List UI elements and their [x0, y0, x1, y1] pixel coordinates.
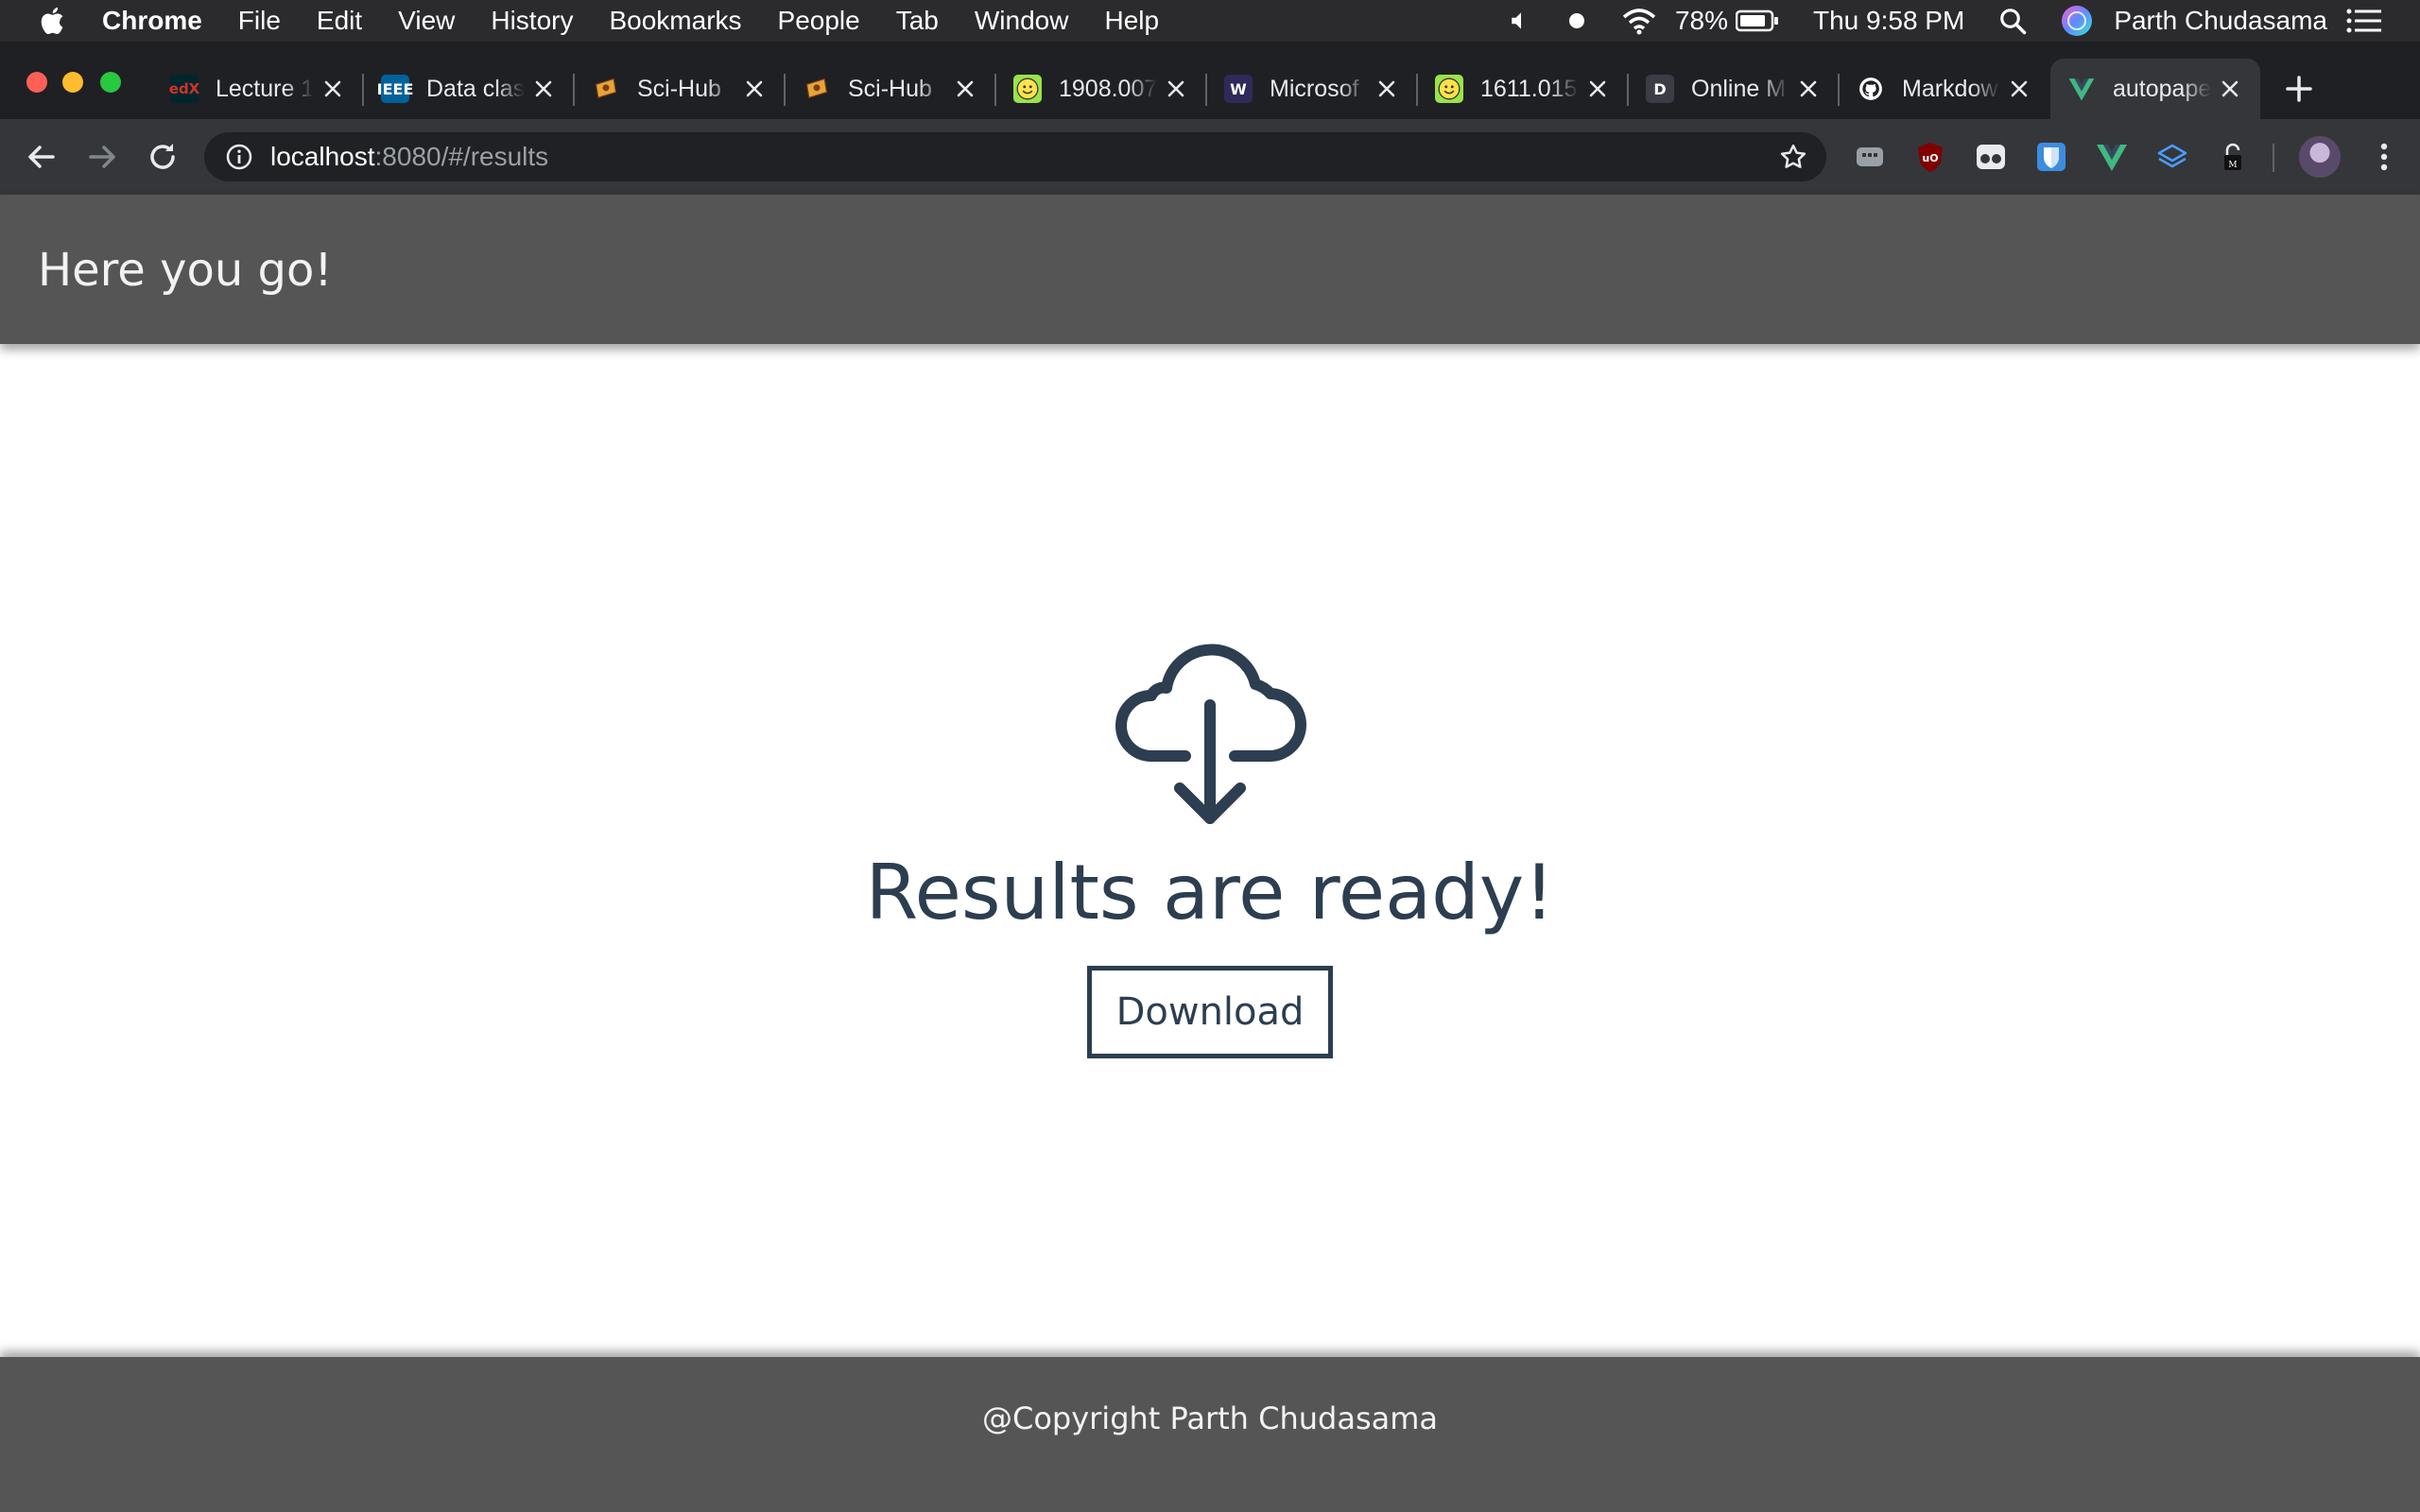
url-host: localhost: [270, 142, 375, 171]
apple-icon[interactable]: [38, 5, 70, 37]
reload-icon[interactable]: [144, 138, 182, 176]
d-icon: D: [1646, 75, 1674, 103]
window-minimize-button[interactable]: [62, 72, 83, 93]
address-bar[interactable]: localhost:8080/#/results: [204, 132, 1826, 181]
bookmark-star-icon[interactable]: [1779, 143, 1807, 171]
edx-icon: edX: [169, 75, 199, 103]
main-content: Results are ready! Download: [0, 344, 2420, 1355]
tab-close-icon[interactable]: [954, 77, 977, 100]
volume-icon[interactable]: [1509, 9, 1533, 33]
tab-title: Sci-Hub: [637, 75, 721, 102]
tab-close-icon[interactable]: [2219, 77, 2241, 100]
tab-close-icon[interactable]: [1586, 77, 1609, 100]
menu-bookmarks[interactable]: Bookmarks: [609, 6, 741, 36]
menu-edit[interactable]: Edit: [317, 6, 362, 36]
github-icon: [1857, 75, 1885, 103]
tab-title: Online M: [1691, 75, 1787, 102]
page-header-title: Here you go!: [38, 244, 333, 297]
profile-avatar[interactable]: [2299, 136, 2341, 178]
tab-title: Sci-Hub: [848, 75, 932, 102]
battery-icon[interactable]: [1736, 9, 1779, 32]
menu-file[interactable]: File: [238, 6, 281, 36]
tab-close-icon[interactable]: [1165, 77, 1187, 100]
page-footer: @Copyright Parth Chudasama: [0, 1357, 2420, 1512]
tab-title: autopape: [2113, 75, 2211, 102]
scihub-icon: [803, 75, 831, 103]
macos-menu-bar: Chrome File Edit View History Bookmarks …: [0, 0, 2420, 42]
cloud-download-icon: [1115, 644, 1306, 824]
bitwarden-shield-icon[interactable]: [2034, 140, 2068, 174]
toolbar-divider: [2273, 144, 2274, 172]
battery-percent: 78%: [1674, 6, 1728, 35]
lock-extension-icon[interactable]: M: [2216, 140, 2250, 174]
browser-tab[interactable]: 1908.007: [996, 59, 1207, 119]
recording-dot-icon[interactable]: [1567, 11, 1586, 30]
tab-strip: edX Lecture 1 IEEE Data clas Sci-Hub Sci-Hub 1…: [0, 42, 2420, 119]
new-tab-plus-icon[interactable]: [2280, 70, 2318, 108]
tab-title: 1908.007: [1059, 75, 1157, 102]
scihub-icon: [592, 75, 620, 103]
browser-tab[interactable]: autopape: [2050, 59, 2260, 119]
browser-tab[interactable]: IEEE Data clas: [364, 59, 575, 119]
smiley-icon: [1435, 75, 1463, 103]
user-name[interactable]: Parth Chudasama: [2114, 6, 2327, 36]
browser-tab[interactable]: Sci-Hub: [786, 59, 996, 119]
glasses-extension-icon[interactable]: [1974, 140, 2008, 174]
notification-center-icon[interactable]: [2346, 8, 2382, 34]
tab-close-icon[interactable]: [2008, 77, 2031, 100]
download-button[interactable]: Download: [1087, 966, 1333, 1058]
tab-close-icon[interactable]: [1797, 77, 1820, 100]
site-info-icon[interactable]: [225, 143, 253, 171]
forward-arrow-icon[interactable]: [83, 138, 121, 176]
spotlight-search-icon[interactable]: [1998, 7, 2027, 35]
svg-text:uO: uO: [1922, 152, 1938, 164]
browser-tab[interactable]: edX Lecture 1: [153, 59, 364, 119]
clock[interactable]: Thu 9:58 PM: [1813, 6, 1964, 36]
ieee-icon: IEEE: [377, 75, 413, 103]
tab-title: Data clas: [426, 75, 525, 102]
extension-gray-box-icon[interactable]: [1853, 140, 1887, 174]
menu-help[interactable]: Help: [1104, 6, 1159, 36]
tab-title: Lecture 1: [216, 75, 314, 102]
siri-icon[interactable]: [2061, 5, 2093, 37]
smiley-icon: [1013, 75, 1042, 103]
menu-view[interactable]: View: [398, 6, 455, 36]
tab-close-icon[interactable]: [1375, 77, 1398, 100]
browser-tab[interactable]: 1611.015: [1418, 59, 1629, 119]
menu-tab[interactable]: Tab: [896, 6, 939, 36]
menu-people[interactable]: People: [778, 6, 860, 36]
footer-copyright: @Copyright Parth Chudasama: [981, 1400, 1439, 1436]
menu-app-name[interactable]: Chrome: [102, 6, 202, 36]
browser-tab[interactable]: W Microsof: [1207, 59, 1418, 119]
back-arrow-icon[interactable]: [23, 138, 60, 176]
w-icon: W: [1224, 75, 1253, 103]
menu-window[interactable]: Window: [975, 6, 1069, 36]
browser-tab[interactable]: Markdow: [1840, 59, 2049, 119]
window-zoom-button[interactable]: [100, 72, 121, 93]
layers-extension-icon[interactable]: [2155, 140, 2189, 174]
vue-icon: [2067, 75, 2096, 103]
wifi-icon[interactable]: [1620, 7, 1658, 35]
window-close-button[interactable]: [26, 72, 47, 93]
tab-title: 1611.015: [1480, 75, 1578, 102]
browser-tab[interactable]: Sci-Hub: [575, 59, 786, 119]
tab-close-icon[interactable]: [532, 77, 555, 100]
browser-tab[interactable]: D Online M: [1629, 59, 1840, 119]
chrome-menu-kebab-icon[interactable]: [2365, 138, 2403, 176]
ublock-origin-icon[interactable]: uO: [1913, 140, 1947, 174]
results-headline: Results are ready!: [865, 849, 1555, 936]
browser-toolbar: localhost:8080/#/results uO M: [0, 119, 2420, 195]
tab-title: Markdow: [1902, 75, 1998, 102]
tab-close-icon[interactable]: [321, 77, 344, 100]
menu-history[interactable]: History: [491, 6, 573, 36]
tab-close-icon[interactable]: [743, 77, 766, 100]
tab-title: Microsof: [1270, 75, 1359, 102]
svg-text:M: M: [2228, 161, 2237, 170]
page-header: Here you go!: [0, 195, 2420, 344]
url-path: :8080/#/results: [374, 142, 549, 171]
vue-devtools-icon[interactable]: [2095, 140, 2129, 174]
